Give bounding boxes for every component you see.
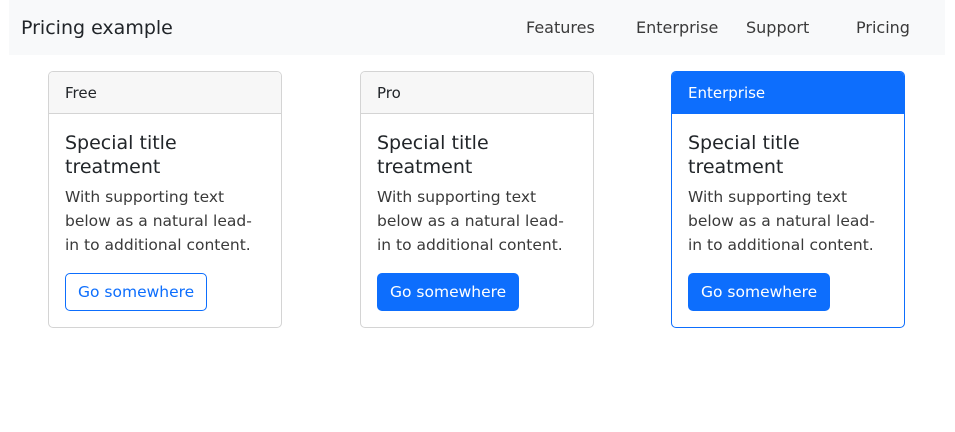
card-text: With supporting text below as a natural …: [65, 188, 252, 254]
nav-link-support[interactable]: Support: [746, 18, 809, 38]
pricing-card-free: Free Special title treatment With suppor…: [48, 71, 282, 328]
go-somewhere-button[interactable]: Go somewhere: [377, 273, 520, 311]
card-title: Special title treatment: [377, 132, 489, 178]
card-body: Special title treatment With supporting …: [672, 114, 904, 273]
navbar: Pricing example Features Enterprise Supp…: [9, 0, 945, 55]
card-header: Free: [49, 72, 281, 114]
go-somewhere-button[interactable]: Go somewhere: [688, 273, 831, 311]
nav-link-features[interactable]: Features: [526, 18, 595, 38]
card-body: Special title treatment With supporting …: [49, 114, 281, 273]
brand-link[interactable]: Pricing example: [21, 16, 173, 40]
card-header: Pro: [361, 72, 593, 114]
card-body: Special title treatment With supporting …: [361, 114, 593, 273]
card-header: Enterprise: [672, 72, 904, 114]
nav-link-enterprise[interactable]: Enterprise: [636, 18, 718, 38]
pricing-card-enterprise: Enterprise Special title treatment With …: [671, 71, 905, 328]
pricing-card-pro: Pro Special title treatment With support…: [360, 71, 594, 328]
go-somewhere-button[interactable]: Go somewhere: [65, 273, 208, 311]
card-text: With supporting text below as a natural …: [377, 188, 564, 254]
card-title: Special title treatment: [688, 132, 800, 178]
nav-link-pricing[interactable]: Pricing: [856, 18, 910, 38]
card-title: Special title treatment: [65, 132, 177, 178]
card-text: With supporting text below as a natural …: [688, 188, 875, 254]
